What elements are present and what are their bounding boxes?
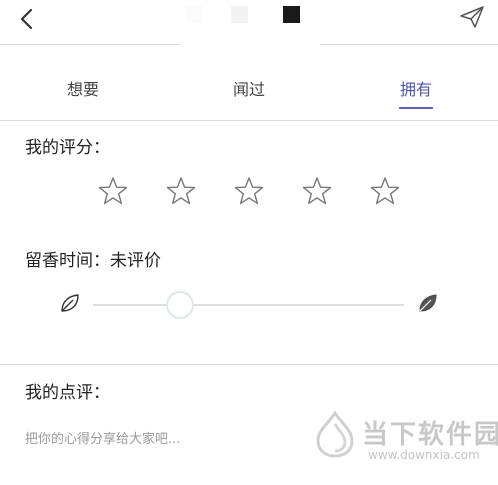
watermark: 当下软件园 www.downxia.com	[312, 410, 498, 470]
status-square-3	[283, 6, 300, 23]
leaf-outline-icon	[61, 294, 79, 312]
tabs-divider	[0, 120, 498, 121]
top-divider-left	[0, 44, 180, 45]
star-icon-3[interactable]	[233, 175, 265, 207]
star-icon-1[interactable]	[97, 175, 129, 207]
star-icon-4[interactable]	[301, 175, 333, 207]
status-square-2	[231, 6, 248, 23]
star-icon-5[interactable]	[369, 175, 401, 207]
tab-want[interactable]: 想要	[67, 76, 99, 100]
tab-owned[interactable]: 拥有	[400, 76, 432, 100]
review-input[interactable]	[25, 428, 295, 450]
leaf-filled-icon	[419, 294, 437, 312]
back-arrow-icon[interactable]	[14, 6, 40, 32]
review-label: 我的点评：	[25, 383, 110, 403]
tab-smelled[interactable]: 闻过	[233, 76, 265, 100]
watermark-logo-icon	[316, 410, 354, 458]
send-paper-plane-icon[interactable]	[458, 4, 486, 30]
status-tabs: 想要 闻过 拥有	[0, 62, 498, 112]
active-tab-indicator	[399, 107, 433, 109]
status-square-1	[186, 6, 203, 23]
duration-slider-track[interactable]	[93, 304, 404, 306]
top-bar	[0, 0, 498, 45]
watermark-url: www.downxia.com	[368, 448, 480, 462]
rating-label: 我的评分：	[25, 138, 110, 158]
top-divider-right	[320, 44, 498, 45]
section-divider	[0, 364, 498, 365]
star-icon-2[interactable]	[165, 175, 197, 207]
duration-slider-thumb[interactable]	[166, 291, 194, 319]
duration-label: 留香时间：未评价	[25, 251, 161, 271]
watermark-title: 当下软件园	[362, 420, 498, 450]
